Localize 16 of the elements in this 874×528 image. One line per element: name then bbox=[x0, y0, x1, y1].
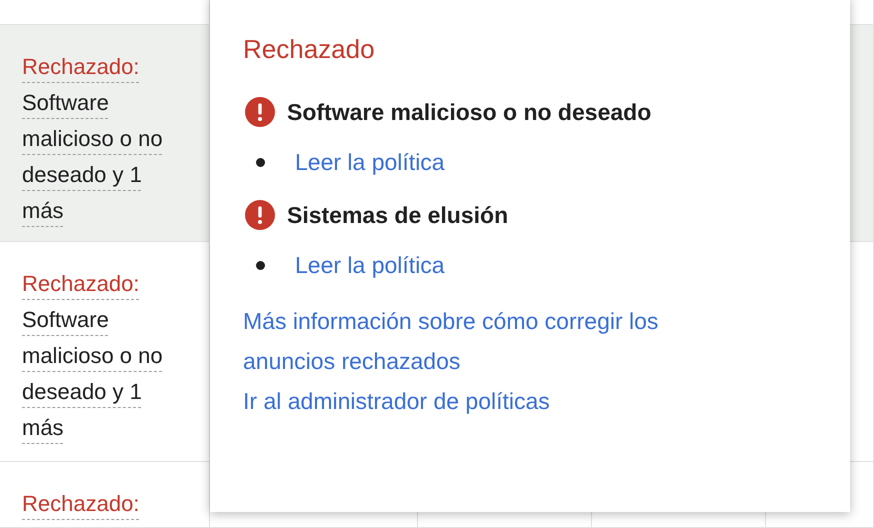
policy-link[interactable]: Leer la política bbox=[295, 248, 445, 282]
status-text: Rechazado: bbox=[22, 270, 140, 298]
popover-title: Rechazado bbox=[243, 33, 375, 66]
policy-name: Sistemas de elusión bbox=[287, 201, 508, 230]
status-text: Rechazado: bbox=[22, 53, 140, 81]
reason-text: Software malicioso o no deseado y 1 más bbox=[22, 306, 164, 442]
status-text: Rechazado: bbox=[22, 490, 140, 518]
policy-name: Software malicioso o no deseado bbox=[287, 98, 652, 127]
error-icon bbox=[245, 200, 275, 230]
policy-link[interactable]: Leer la política bbox=[295, 145, 445, 179]
error-icon bbox=[245, 97, 275, 127]
help-link[interactable]: Más información sobre cómo corregir los anuncios rechazados bbox=[243, 301, 723, 381]
bullet-icon bbox=[256, 260, 265, 270]
help-link[interactable]: Ir al administrador de políticas bbox=[243, 381, 550, 421]
reason-text: Software malicioso o no deseado y 1 más bbox=[22, 89, 164, 225]
bullet-icon bbox=[256, 158, 265, 166]
